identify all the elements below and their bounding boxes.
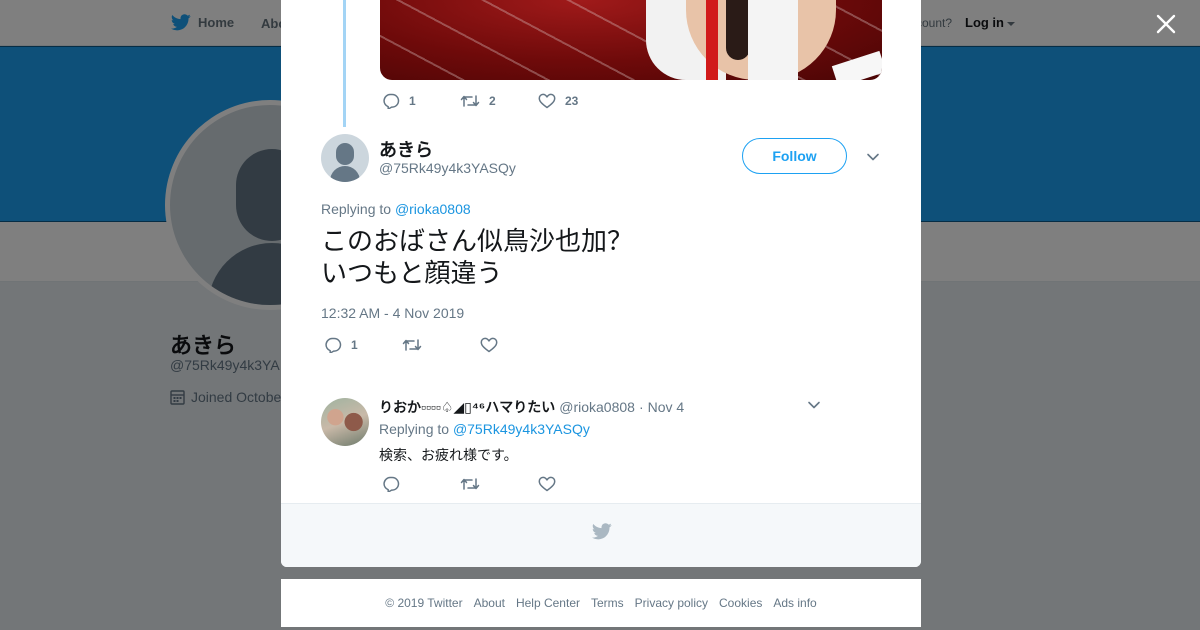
like-button[interactable] xyxy=(480,337,558,353)
heart-icon xyxy=(480,337,498,353)
reply-author-handle[interactable]: @rioka0808 xyxy=(559,399,635,415)
twitter-bird-icon xyxy=(592,523,612,540)
heart-icon xyxy=(538,476,556,492)
retweet-icon xyxy=(460,95,480,107)
reply-count: 1 xyxy=(409,94,416,108)
replying-to: Replying to @rioka0808 xyxy=(321,201,471,217)
tweet-text: このおばさん似鳥沙也加？ いつもと顔違う xyxy=(321,227,634,289)
reply-author-name[interactable]: りおか▫▫▫▫♤◢▯⁴⁶ハマりたい xyxy=(379,397,555,417)
footer-link-help-center[interactable]: Help Center xyxy=(516,596,580,610)
chevron-down-icon[interactable] xyxy=(866,150,880,164)
previous-tweet-media[interactable] xyxy=(380,0,882,80)
replying-to-link[interactable]: @rioka0808 xyxy=(395,201,471,217)
reply-author-avatar[interactable] xyxy=(321,398,369,446)
reply-count: 1 xyxy=(351,338,358,352)
reply-icon xyxy=(325,337,342,353)
reply-separator: · xyxy=(638,399,644,415)
main-tweet-actions: 1 xyxy=(324,337,558,353)
reply-replying-to-link[interactable]: @75Rk49y4k3YASQy xyxy=(453,421,590,437)
like-button[interactable] xyxy=(538,476,616,492)
author-name[interactable]: あきら xyxy=(379,136,433,162)
like-count: 23 xyxy=(565,94,579,108)
footer-link-privacy[interactable]: Privacy policy xyxy=(635,596,708,610)
heart-icon xyxy=(538,93,556,109)
reply-replying-prefix: Replying to xyxy=(379,421,453,437)
reply-icon xyxy=(383,93,400,109)
follow-button[interactable]: Follow xyxy=(742,138,847,174)
footer-copyright: © 2019 Twitter xyxy=(385,596,463,610)
chevron-down-icon[interactable] xyxy=(807,398,821,412)
tweet-timestamp[interactable]: 12:32 AM - 4 Nov 2019 xyxy=(321,305,464,321)
reply-date[interactable]: Nov 4 xyxy=(648,399,685,415)
reply-icon xyxy=(383,476,400,492)
reply-text: 検索、お疲れ様です。 xyxy=(379,448,518,464)
reply-replying-to: Replying to @75Rk49y4k3YASQy xyxy=(379,421,590,437)
author-handle[interactable]: @75Rk49y4k3YASQy xyxy=(379,160,516,176)
reply-header: りおか▫▫▫▫♤◢▯⁴⁶ハマりたい @rioka0808 · Nov 4 xyxy=(379,397,684,417)
close-icon[interactable] xyxy=(1154,12,1178,36)
reply-tweet-actions xyxy=(382,476,616,492)
replying-prefix: Replying to xyxy=(321,201,395,217)
thread-connector-line xyxy=(343,0,346,127)
author-avatar[interactable] xyxy=(321,134,369,182)
retweet-button[interactable]: 2 xyxy=(460,93,538,109)
retweet-button[interactable] xyxy=(402,337,480,353)
footer-link-about[interactable]: About xyxy=(474,596,505,610)
previous-tweet-actions: 1 2 23 xyxy=(382,93,616,109)
retweet-icon xyxy=(460,478,480,490)
reply-button[interactable]: 1 xyxy=(324,337,402,353)
retweet-count: 2 xyxy=(489,94,496,108)
reply-button[interactable]: 1 xyxy=(382,93,460,109)
footer-link-cookies[interactable]: Cookies xyxy=(719,596,762,610)
site-footer: © 2019 Twitter About Help Center Terms P… xyxy=(281,579,921,627)
tweet-permalink-dialog: 1 2 23 あきら @75Rk49y4k3YASQy Follow Reply… xyxy=(281,0,921,567)
retweet-button[interactable] xyxy=(460,476,538,492)
footer-link-ads-info[interactable]: Ads info xyxy=(773,596,816,610)
footer-link-terms[interactable]: Terms xyxy=(591,596,624,610)
like-button[interactable]: 23 xyxy=(538,93,616,109)
reply-button[interactable] xyxy=(382,476,460,492)
dialog-footer xyxy=(281,503,921,567)
retweet-icon xyxy=(402,339,422,351)
